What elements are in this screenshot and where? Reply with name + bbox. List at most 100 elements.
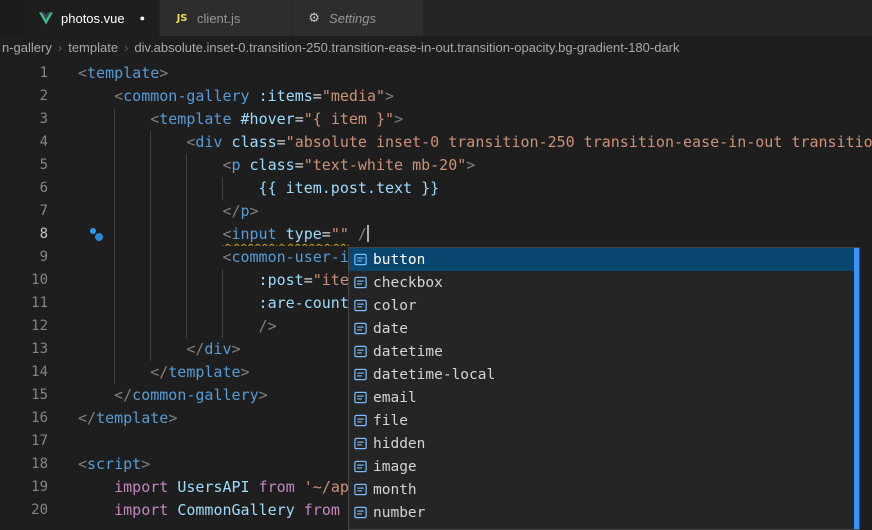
editor-window: photos.vue ● JS client.js ⚙ Settings n-galler…: [0, 0, 872, 530]
code-line[interactable]: <template #hover="{ item }">: [58, 108, 872, 131]
code-token: =: [276, 133, 286, 151]
line-number[interactable]: 15: [0, 384, 58, 407]
code-line[interactable]: <div class="absolute inset-0 transition-…: [58, 131, 872, 154]
line-number[interactable]: 4: [0, 131, 58, 154]
code-token: #hover: [240, 110, 295, 128]
suggestion-item[interactable]: number: [349, 501, 859, 524]
code-token: /: [357, 225, 367, 243]
line-number[interactable]: 19: [0, 476, 58, 499]
indent-guide: [150, 131, 186, 154]
code-token: </: [222, 202, 241, 220]
breadcrumb-separator-icon: ›: [57, 39, 63, 55]
code-line[interactable]: <template>: [58, 62, 872, 85]
suggestion-item[interactable]: datetime: [349, 340, 859, 363]
tab-photos-vue[interactable]: photos.vue ●: [24, 0, 161, 36]
line-number[interactable]: 8: [0, 223, 58, 246]
line-number[interactable]: 18: [0, 453, 58, 476]
code-token: p: [240, 202, 250, 220]
code-token: />: [258, 317, 277, 335]
code-token: =: [312, 87, 322, 105]
suggestion-item[interactable]: datetime-local: [349, 363, 859, 386]
code-token: div: [204, 340, 232, 358]
line-number[interactable]: 1: [0, 62, 58, 85]
code-token: >: [168, 409, 178, 427]
indent-guide: [114, 246, 150, 269]
indent-guide: [78, 292, 114, 315]
suggestion-kind-icon: [353, 275, 373, 290]
suggestion-item[interactable]: hidden: [349, 432, 859, 455]
line-number[interactable]: 9: [0, 246, 58, 269]
indent-guide: [78, 338, 114, 361]
indent-guide: [78, 269, 114, 292]
gear-icon: ⚙: [308, 10, 320, 26]
suggestion-label: month: [373, 481, 417, 498]
line-number[interactable]: 11: [0, 292, 58, 315]
suggestion-item[interactable]: month: [349, 478, 859, 501]
code-token: "{ item }": [303, 110, 395, 128]
js-icon: JS: [176, 12, 188, 24]
code-token: class: [249, 156, 295, 174]
code-token: template: [96, 409, 169, 427]
code-token: >: [141, 455, 151, 473]
indent-guide: [78, 315, 114, 338]
code-token: from: [303, 501, 340, 519]
suggestion-item[interactable]: file: [349, 409, 859, 432]
breadcrumb-item[interactable]: div.absolute.inset-0.transition-250.tran…: [134, 40, 679, 55]
suggestion-item[interactable]: color: [349, 294, 859, 317]
indent-guide: [78, 200, 114, 223]
line-number[interactable]: 3: [0, 108, 58, 131]
breadcrumb-item[interactable]: template: [68, 40, 118, 55]
code-line-row: 4 <div class="absolute inset-0 transition…: [0, 131, 872, 154]
suggestion-item[interactable]: button: [349, 248, 859, 271]
code-editor[interactable]: 1 <template> 2 <common-gallery :items="medi…: [0, 58, 872, 530]
code-line[interactable]: <p class="text-white mb-20">: [58, 154, 872, 177]
indent-guide: [150, 292, 186, 315]
line-number[interactable]: 14: [0, 361, 58, 384]
line-number[interactable]: 13: [0, 338, 58, 361]
code-token: "absolute inset-0 transition-250 transit…: [285, 133, 872, 151]
code-token: from: [258, 478, 295, 496]
line-number[interactable]: 17: [0, 430, 58, 453]
code-token: div: [195, 133, 223, 151]
code-line[interactable]: </p>: [58, 200, 872, 223]
suggestion-item[interactable]: image: [349, 455, 859, 478]
code-token: "": [330, 225, 349, 243]
tab-settings[interactable]: ⚙ Settings: [292, 0, 425, 36]
vue-icon: [38, 11, 54, 25]
tab-bar: photos.vue ● JS client.js ⚙ Settings: [0, 0, 872, 36]
code-line[interactable]: <common-gallery :items="media">: [58, 85, 872, 108]
line-number[interactable]: 2: [0, 85, 58, 108]
line-number[interactable]: 20: [0, 499, 58, 522]
line-number[interactable]: 5: [0, 154, 58, 177]
code-token: p: [231, 156, 241, 174]
code-token: common-gallery: [132, 386, 259, 404]
line-number[interactable]: 16: [0, 407, 58, 430]
line-number[interactable]: 6: [0, 177, 58, 200]
indent-guide: [222, 269, 258, 292]
code-token: =: [294, 156, 304, 174]
code-line[interactable]: <input type="" /: [58, 223, 872, 246]
code-token: import: [114, 501, 169, 519]
line-number[interactable]: 12: [0, 315, 58, 338]
line-number[interactable]: 7: [0, 200, 58, 223]
code-line[interactable]: {{ item.post.text }}: [58, 177, 872, 200]
indent-guide: [150, 177, 186, 200]
suggestion-list: button checkbox color date datetime datetime-…: [349, 248, 859, 524]
indent-guide: [114, 292, 150, 315]
suggestion-kind-icon: [353, 367, 373, 382]
indent-guide: [186, 292, 222, 315]
suggestion-item[interactable]: date: [349, 317, 859, 340]
suggestion-item[interactable]: email: [349, 386, 859, 409]
suggestion-label: date: [373, 320, 408, 337]
line-number[interactable]: 10: [0, 269, 58, 292]
suggestion-item[interactable]: checkbox: [349, 271, 859, 294]
code-line-row: 2 <common-gallery :items="media">: [0, 85, 872, 108]
code-token: =: [303, 271, 313, 289]
tab-client-js[interactable]: JS client.js: [160, 0, 293, 36]
indent-guide: [78, 476, 114, 499]
breadcrumb-item[interactable]: n-gallery: [2, 40, 52, 55]
modified-dot[interactable]: ●: [140, 13, 145, 23]
suggest-scrollbar[interactable]: [854, 248, 859, 529]
indent-guide: [114, 131, 150, 154]
